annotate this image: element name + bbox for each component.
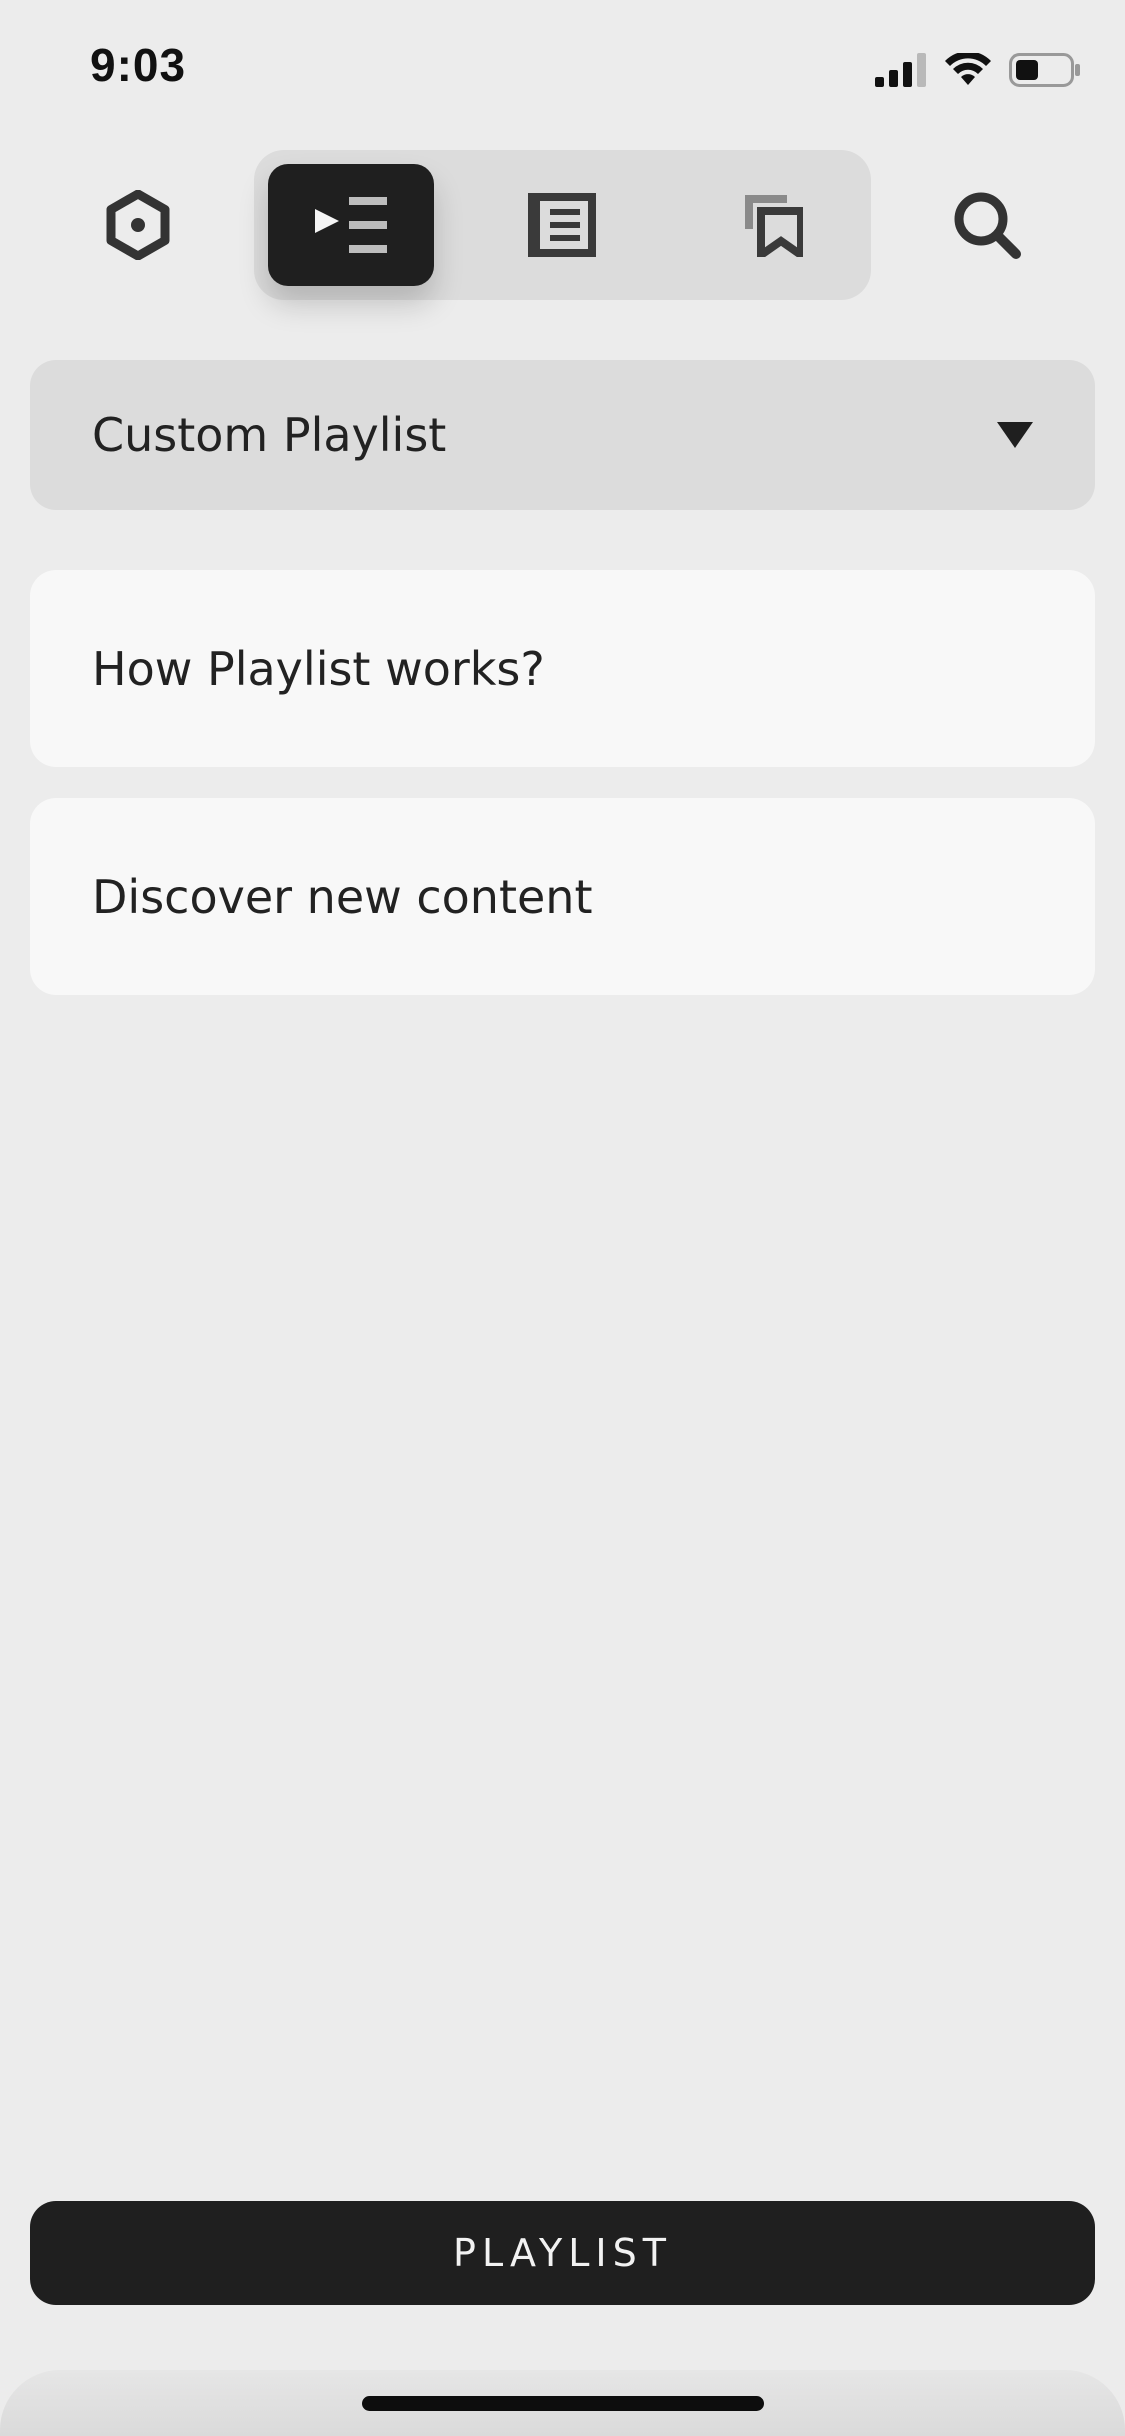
top-bar [0, 150, 1125, 300]
wifi-icon [945, 53, 991, 85]
search-button[interactable] [937, 175, 1037, 275]
playlist-icon [315, 197, 387, 253]
status-bar: 9:03 [0, 0, 1125, 140]
home-indicator[interactable] [362, 2396, 764, 2411]
caret-down-icon [997, 422, 1033, 448]
view-switcher [254, 150, 871, 300]
card-label: How Playlist works? [92, 641, 545, 696]
card-discover-new-content[interactable]: Discover new content [30, 798, 1095, 995]
search-icon [954, 192, 1021, 259]
tab-articles[interactable] [479, 164, 645, 286]
dropdown-selected-label: Custom Playlist [92, 408, 447, 462]
card-how-playlist-works[interactable]: How Playlist works? [30, 570, 1095, 767]
battery-icon [1009, 53, 1080, 87]
status-icons [875, 48, 1081, 92]
tab-playlist[interactable] [268, 164, 434, 286]
playlist-dropdown[interactable]: Custom Playlist [30, 360, 1095, 510]
articles-icon [528, 193, 596, 257]
cellular-signal-icon [875, 53, 926, 87]
tab-bookmarks[interactable] [690, 164, 856, 286]
settings-button[interactable] [88, 175, 188, 275]
status-time: 9:03 [90, 39, 187, 91]
card-label: Discover new content [92, 869, 593, 924]
playlist-button[interactable]: PLAYLIST [30, 2201, 1095, 2305]
settings-hexagon-icon [106, 190, 170, 260]
bookmarks-icon [745, 195, 803, 257]
